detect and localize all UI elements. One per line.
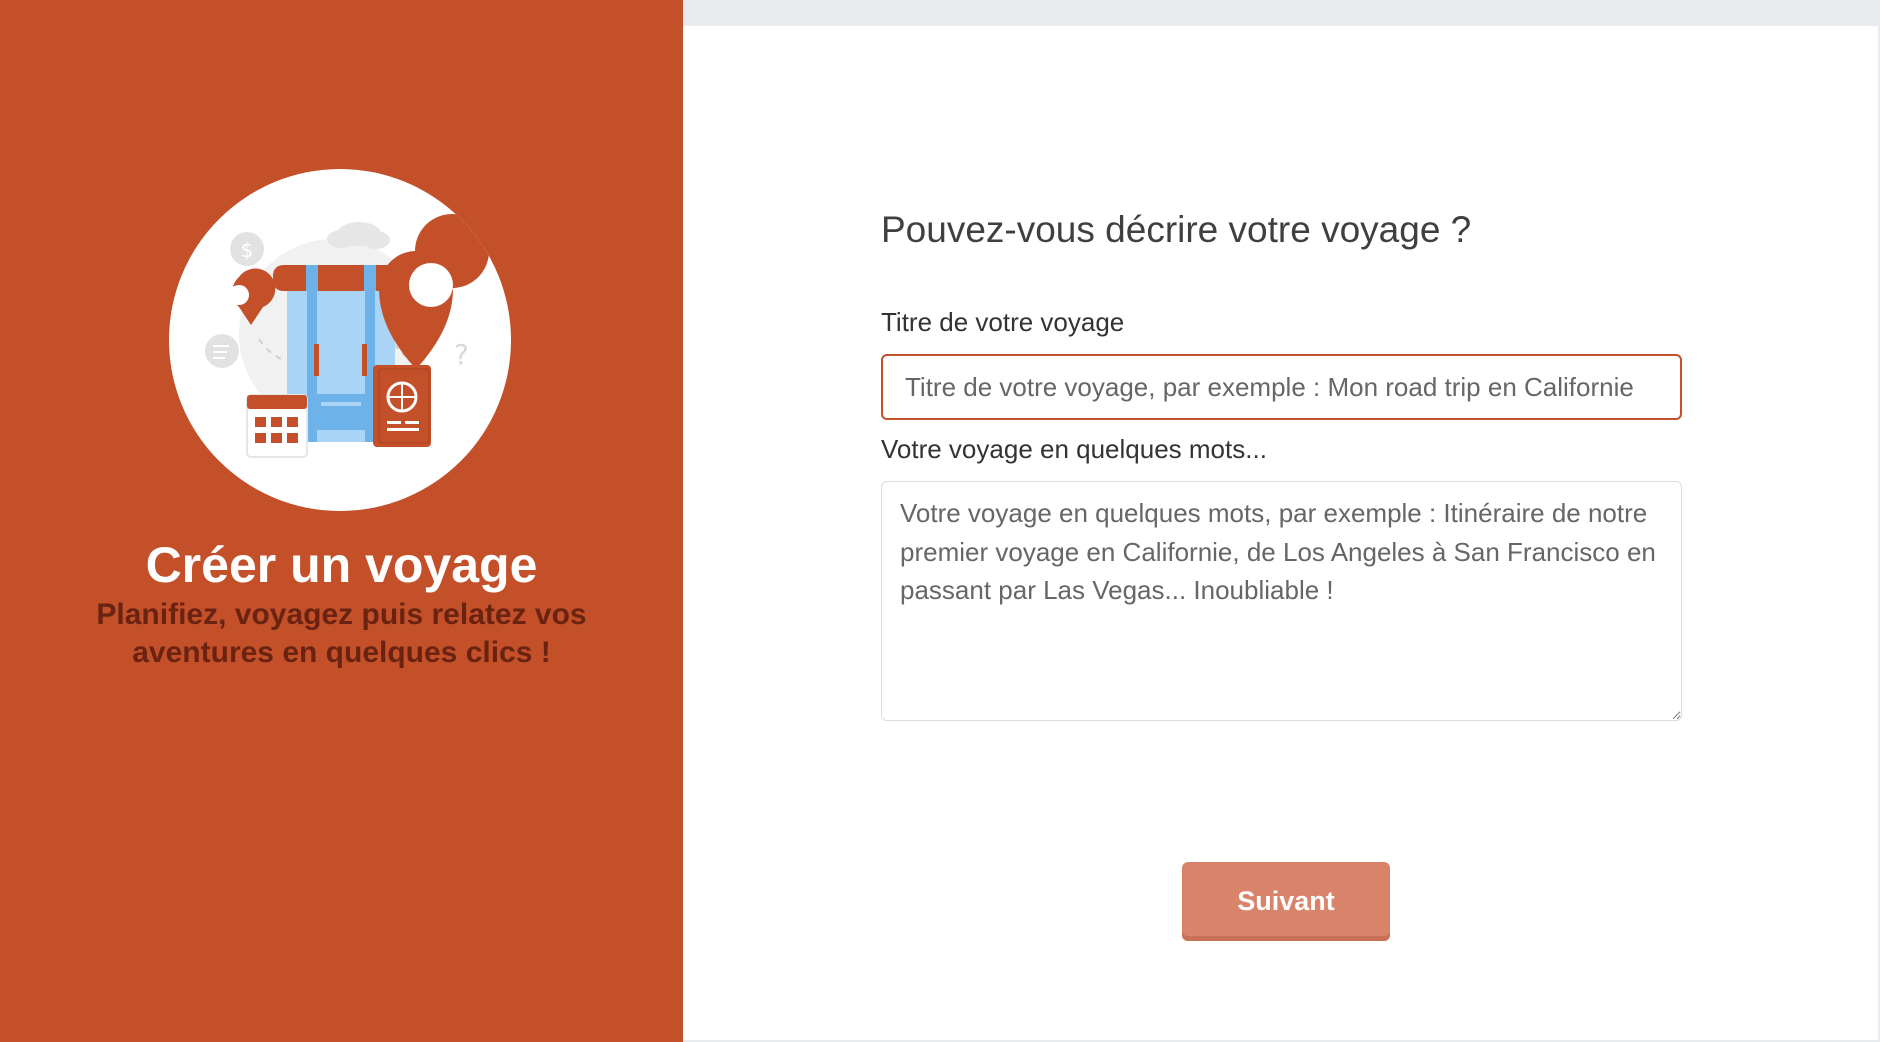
hero-title: Créer un voyage (145, 537, 538, 593)
trip-form-panel: Pouvez-vous décrire votre voyage ? Titre… (683, 0, 1880, 1042)
trip-title-input[interactable] (881, 354, 1682, 420)
form-question: Pouvez-vous décrire votre voyage ? (881, 209, 1472, 250)
next-button[interactable]: Suivant (1182, 862, 1390, 941)
hero-subtitle: Planifiez, voyagez puis relatez vos aven… (96, 598, 587, 669)
travel-illustration: $ ? (169, 169, 511, 511)
create-trip-page: $ ? Créer un voyage Planifiez, voyagez p… (0, 0, 1880, 1042)
top-bar (683, 0, 1880, 26)
trip-title-label: Titre de votre voyage (881, 307, 1125, 337)
trip-description-label: Votre voyage en quelques mots... (881, 434, 1267, 464)
trip-description-textarea[interactable] (881, 481, 1682, 721)
hero-panel: $ ? Créer un voyage Planifiez, voyagez p… (0, 0, 683, 1042)
backpack-illustration-icon: $ ? (205, 214, 489, 458)
svg-text:$: $ (241, 238, 254, 262)
svg-text:?: ? (454, 338, 469, 371)
